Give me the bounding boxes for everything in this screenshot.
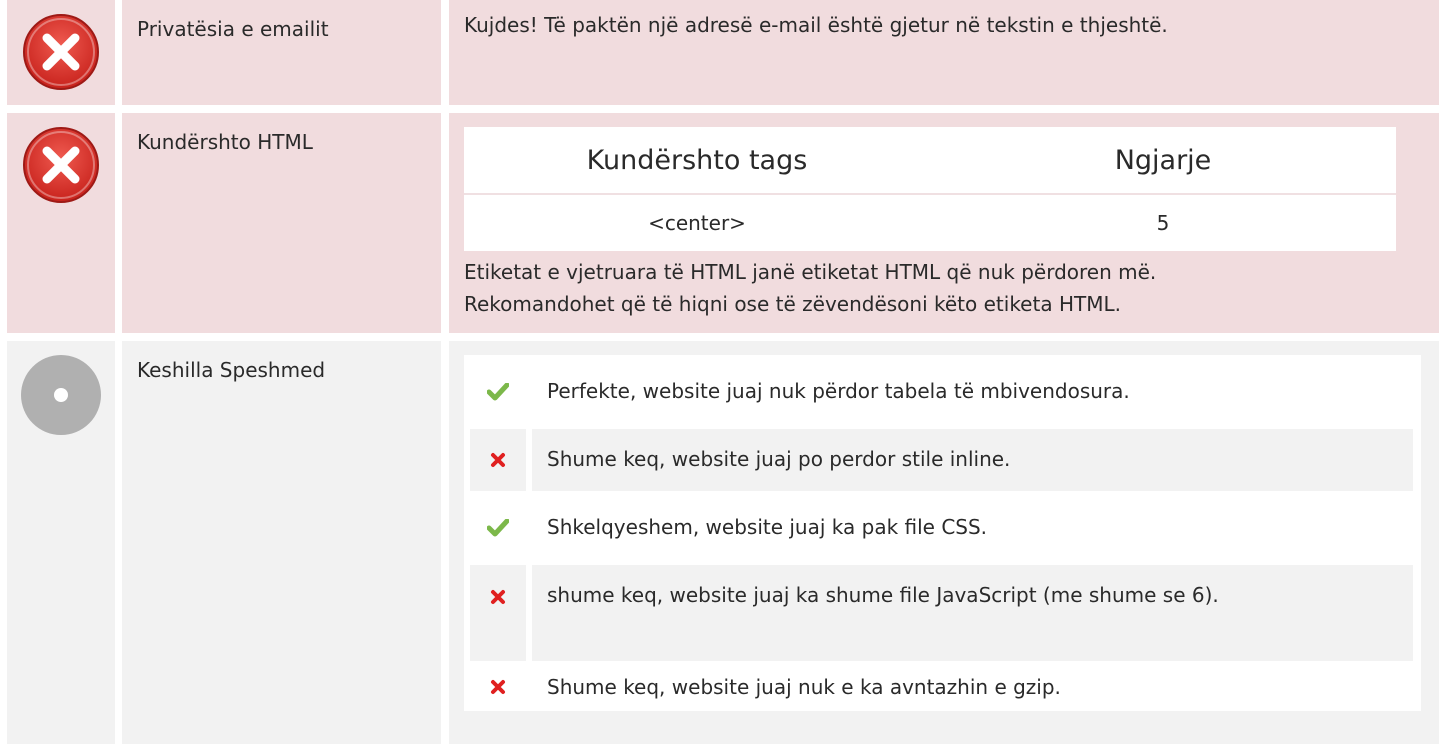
advice-text: Shume keq, website juaj po perdor stile … [532,429,1413,491]
deprecated-tags-table: Kundërshto tags Ngjarje <center> 5 [464,127,1396,251]
table-row: <center> 5 [464,195,1396,251]
check-icon [470,497,526,559]
error-icon [21,125,101,205]
row-speed-tips-icon-cell [7,341,115,744]
count-cell: 5 [1156,211,1170,235]
email-warning-text: Kujdes! Të paktën një adresë e-mail ësht… [464,13,1168,37]
row-speed-tips-label-cell: Keshilla Speshmed [122,341,441,744]
error-icon [21,12,101,92]
row-email-privacy-content-cell: Kujdes! Të paktën një adresë e-mail ësht… [449,0,1439,105]
check-icon [470,361,526,423]
cross-icon [470,667,526,707]
advice-text: Shume keq, website juaj nuk e ka avntazh… [547,675,1061,699]
tag-cell: <center> [648,211,746,235]
row-label: Keshilla Speshmed [137,358,326,382]
row-deprecated-html-icon-cell [7,113,115,333]
column-header-tags: Kundërshto tags [586,144,808,176]
deprecated-note-line-1: Etiketat e vjetruara të HTML janë etiket… [464,260,1157,284]
list-item: shume keq, website juaj ka shume file Ja… [470,565,1413,661]
row-email-privacy-label-cell: Privatësia e emailit [122,0,441,105]
advice-text: Perfekte, website juaj nuk përdor tabela… [547,379,1130,403]
list-item: Shkelqyeshem, website juaj ka pak file C… [470,497,1413,559]
cross-icon [470,565,526,629]
advice-text: shume keq, website juaj ka shume file Ja… [532,565,1413,661]
advice-text: Shkelqyeshem, website juaj ka pak file C… [547,515,988,539]
list-item: Shume keq, website juaj po perdor stile … [470,429,1413,491]
cross-icon [470,429,526,491]
advice-list: Perfekte, website juaj nuk përdor tabela… [464,355,1421,711]
row-deprecated-html-label-cell: Kundërshto HTML [122,113,441,333]
list-item: Perfekte, website juaj nuk përdor tabela… [470,361,1413,423]
row-label: Privatësia e emailit [137,17,329,41]
neutral-status-icon [21,355,101,435]
column-header-occurrences: Ngjarje [1114,144,1212,176]
table-header: Kundërshto tags Ngjarje [464,127,1396,195]
cross-icon-bg [470,629,526,661]
deprecated-note: Etiketat e vjetruara të HTML janë etiket… [464,256,1434,320]
row-label: Kundërshto HTML [137,130,313,154]
deprecated-note-line-2: Rekomandohet që të hiqni ose të zëvendës… [464,292,1121,316]
row-email-privacy-icon-cell [7,0,115,105]
list-item: Shume keq, website juaj nuk e ka avntazh… [470,667,1413,707]
